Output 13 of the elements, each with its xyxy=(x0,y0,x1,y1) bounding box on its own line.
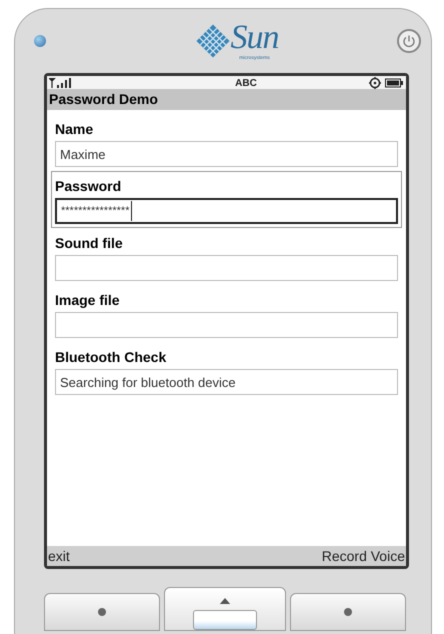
soft-key-label[interactable]: exit xyxy=(47,548,71,564)
input-mode: ABC xyxy=(235,78,257,88)
field-label: Bluetooth Check xyxy=(55,349,168,366)
field-label: Sound file xyxy=(55,235,124,252)
text-field[interactable]: **************** xyxy=(55,198,398,224)
text-field[interactable]: Maxime xyxy=(55,141,398,167)
screen-title: Password Demo xyxy=(47,89,406,110)
field-label: Password xyxy=(55,178,122,195)
field-label: Name xyxy=(55,121,94,138)
logo-wordmark: Sun xyxy=(230,21,278,55)
text-field[interactable]: Searching for bluetooth device xyxy=(55,369,398,395)
field-label: Image file xyxy=(55,292,121,309)
soft-key-label[interactable]: Record Voice xyxy=(320,548,406,564)
